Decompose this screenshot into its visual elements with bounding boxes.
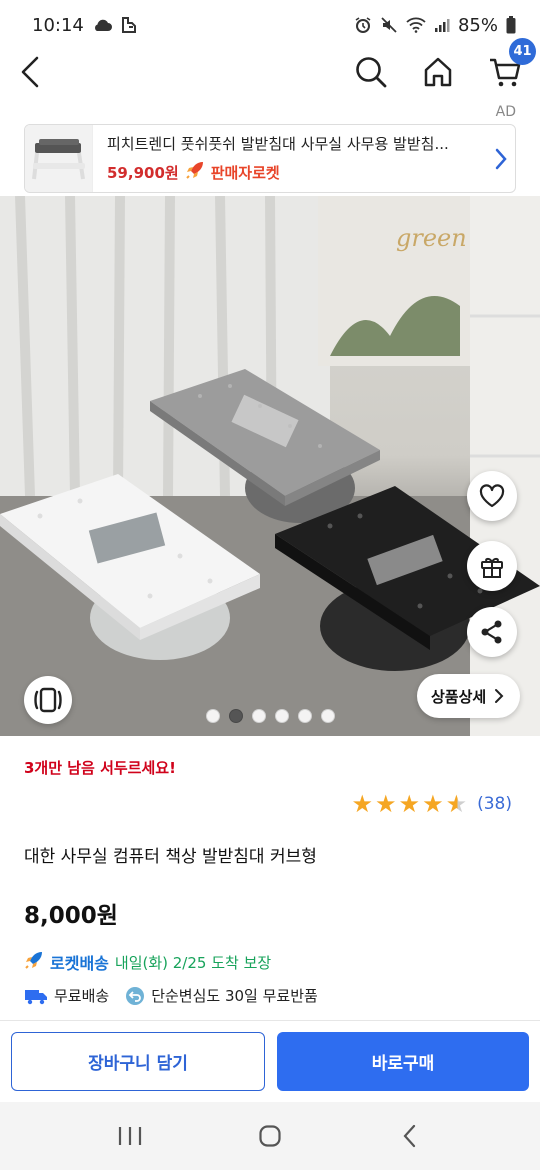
product-price: 8,000원	[24, 903, 118, 929]
screen: 10:14 85% 41 AD 피치트렌디 풋쉬풋쉬 발받침대 사무실 사무용 …	[0, 0, 540, 1170]
battery-percent: 85%	[457, 14, 498, 36]
cart-button[interactable]: 41	[488, 38, 536, 88]
return-icon	[126, 986, 145, 1005]
free-return-label: 단순변심도 30일 무료반품	[151, 987, 318, 1005]
chevron-right-icon	[495, 689, 504, 703]
add-to-cart-button[interactable]: 장바구니 담기	[11, 1032, 265, 1091]
bottom-action-bar: 장바구니 담기 바로구매	[11, 1032, 529, 1091]
half-star-icon: ★	[445, 790, 468, 818]
search-icon	[356, 57, 387, 88]
perks-row: 무료배송 단순변심도 30일 무료반품	[24, 985, 318, 1006]
signal-icon	[434, 17, 450, 33]
buy-now-button[interactable]: 바로구매	[277, 1032, 529, 1091]
cloud-icon	[92, 18, 112, 32]
mute-icon	[380, 16, 398, 34]
gallery-dot[interactable]	[275, 709, 289, 723]
gallery-dot[interactable]	[321, 709, 335, 723]
search-button[interactable]	[354, 55, 388, 89]
product-detail-button[interactable]: 상품상세	[417, 674, 521, 718]
ad-text: 피치트렌디 풋쉬풋쉬 발받침대 사무실 사무용 발받침... 59,900원 판…	[93, 133, 487, 184]
system-nav-bar	[0, 1102, 540, 1170]
share-icon	[481, 620, 502, 644]
ad-thumbnail	[25, 125, 93, 192]
gallery-dot-active[interactable]	[229, 709, 243, 723]
battery-icon	[506, 16, 516, 34]
gallery-dot[interactable]	[206, 709, 220, 723]
status-right: 85%	[354, 15, 516, 36]
wishlist-button[interactable]	[467, 471, 517, 521]
free-shipping-label: 무료배송	[54, 987, 110, 1005]
product-detail-label: 상품상세	[431, 687, 487, 706]
gift-button[interactable]	[467, 541, 517, 591]
wifi-icon	[406, 17, 426, 33]
nav-actions: 41	[354, 38, 536, 89]
stock-warning: 3개만 남음 서두르세요!	[24, 759, 176, 777]
free-return-perk: 단순변심도 30일 무료반품	[125, 985, 318, 1006]
review-count-link[interactable]: (38)	[477, 794, 512, 814]
gallery-dot[interactable]	[298, 709, 312, 723]
ad-seller-rocket-label: 판매자로켓	[210, 163, 280, 182]
status-left: 10:14	[32, 15, 138, 36]
cart-count-badge: 41	[509, 38, 536, 65]
star-icon: ★	[351, 790, 374, 818]
gallery-dot[interactable]	[252, 709, 266, 723]
ar-view-button[interactable]	[24, 676, 72, 724]
back-arrow-icon	[403, 1124, 416, 1148]
recent-apps-icon	[118, 1127, 142, 1145]
notification-app-icon	[120, 16, 138, 34]
product-photo: green mood	[0, 196, 540, 736]
home-button[interactable]	[422, 56, 454, 88]
delivery-row: 로켓배송 내일(화) 2/25 도착 보장	[24, 950, 271, 974]
ad-price-row: 59,900원 판매자로켓	[107, 160, 475, 184]
rocket-icon	[185, 160, 205, 184]
recent-apps-button[interactable]	[100, 1116, 160, 1156]
star-icon: ★	[422, 790, 444, 818]
product-title: 대한 사무실 컴퓨터 책상 발받침대 커브형	[24, 847, 317, 867]
system-back-button[interactable]	[380, 1116, 440, 1156]
ad-label: AD	[495, 104, 516, 120]
truck-icon	[25, 989, 47, 1004]
ad-title: 피치트렌디 풋쉬풋쉬 발받침대 사무실 사무용 발받침...	[107, 135, 449, 153]
top-nav: 41	[0, 38, 540, 102]
star-icon: ★	[398, 790, 421, 818]
ar-view-icon	[34, 687, 62, 713]
status-time: 10:14	[32, 14, 84, 36]
share-button[interactable]	[467, 607, 517, 657]
chevron-left-icon	[21, 56, 39, 88]
alarm-icon	[354, 16, 372, 34]
rocket-delivery-label: 로켓배송	[50, 954, 109, 973]
chevron-right-icon	[487, 147, 515, 171]
heart-icon	[479, 484, 505, 508]
divider	[0, 1020, 540, 1021]
home-circle-icon	[259, 1125, 281, 1147]
free-shipping-perk: 무료배송	[24, 985, 109, 1006]
delivery-date: 내일(화) 2/25 도착 보장	[114, 953, 272, 972]
gift-icon	[481, 558, 503, 578]
ad-banner[interactable]: 피치트렌디 풋쉬풋쉬 발받침대 사무실 사무용 발받침... 59,900원 판…	[24, 124, 516, 193]
rocket-delivery-icon	[24, 950, 44, 974]
ad-price: 59,900원	[107, 163, 179, 182]
home-system-button[interactable]	[240, 1116, 300, 1156]
back-button[interactable]	[18, 55, 44, 89]
gallery-dots	[206, 709, 335, 723]
product-image-gallery[interactable]: green mood 상품상세	[0, 196, 540, 736]
home-icon	[424, 57, 452, 87]
star-icon: ★	[375, 790, 397, 818]
rating-row[interactable]: ★ ★ ★ ★ ★ (38)	[352, 792, 512, 816]
